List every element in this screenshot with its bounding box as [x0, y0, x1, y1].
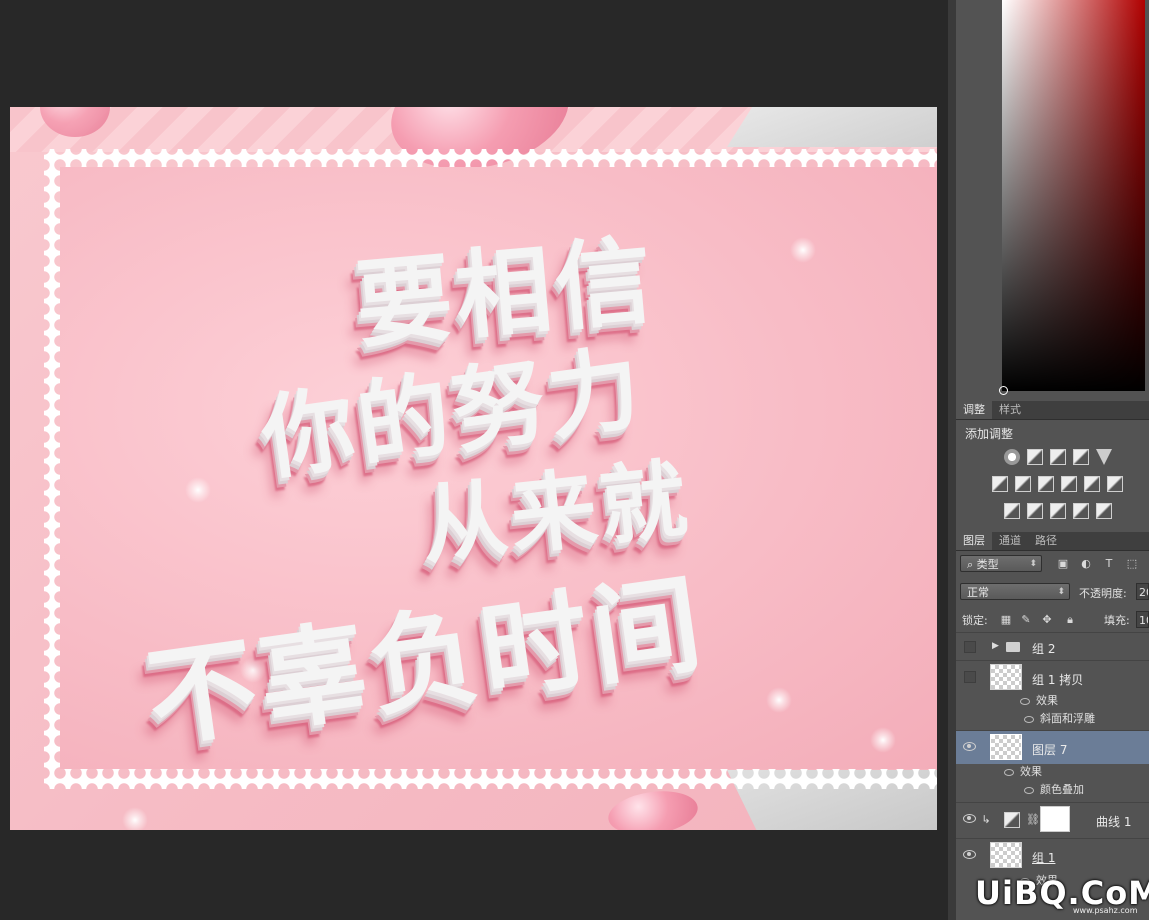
canvas-grey-corner-top	[727, 107, 937, 147]
layer-row-group-1[interactable]: 组 1	[956, 838, 1149, 872]
filter-pixel-icon[interactable]: ▣	[1057, 558, 1069, 570]
chevron-down-icon: ⬍	[1057, 587, 1065, 597]
blend-mode-value: 正常	[967, 586, 989, 599]
channel-mixer-icon[interactable]	[1084, 476, 1100, 492]
curves-adjustment-icon	[1004, 812, 1020, 828]
adjustments-tabbar: 调整 样式	[956, 401, 1149, 420]
layer-row-curves-1[interactable]: ↳ ⛓ 曲线 1	[956, 802, 1149, 836]
tab-paths[interactable]: 路径	[1028, 532, 1064, 550]
eye-icon[interactable]	[963, 742, 976, 751]
sparkle	[790, 237, 816, 263]
selective-color-icon[interactable]	[1073, 503, 1089, 519]
effects-eye-icon[interactable]	[1004, 768, 1014, 776]
tab-channels[interactable]: 通道	[992, 532, 1028, 550]
lock-transparent-icon[interactable]: ▦	[1000, 614, 1012, 626]
adjustments-row-3	[1004, 503, 1149, 519]
layer-mask-thumbnail[interactable]	[1040, 806, 1070, 832]
chevron-down-icon: ⬍	[1029, 559, 1037, 569]
sparkle	[122, 807, 148, 830]
posterize-icon[interactable]	[1027, 503, 1043, 519]
opacity-label: 不透明度:	[1079, 587, 1127, 600]
layer-effects-label[interactable]: 效果	[1004, 763, 1042, 781]
clip-arrow-icon: ↳	[981, 813, 991, 826]
layer-name: 组 1	[1032, 851, 1056, 865]
layer-name: 组 1 拷贝	[1032, 673, 1084, 687]
sparkle	[766, 687, 792, 713]
lock-label: 锁定:	[962, 614, 988, 627]
tab-layers[interactable]: 图层	[956, 532, 992, 550]
layer-effect-item[interactable]: 颜色叠加	[1020, 781, 1084, 799]
effects-eye-icon[interactable]	[1020, 697, 1030, 705]
eye-icon[interactable]	[963, 850, 976, 859]
blend-mode-select[interactable]: 正常 ⬍	[960, 583, 1070, 600]
layer-row-group-2[interactable]: ▶ 组 2	[956, 632, 1149, 660]
fill-label: 填充:	[1104, 614, 1130, 627]
effect-eye-icon[interactable]	[1024, 786, 1034, 794]
photo-filter-icon[interactable]	[1061, 476, 1077, 492]
layer-name: 曲线 1	[1096, 815, 1132, 829]
filter-adjustment-icon[interactable]: ◐	[1080, 558, 1092, 570]
sparkle	[185, 477, 211, 503]
invert-icon[interactable]	[1004, 503, 1020, 519]
search-icon: ⌕	[967, 558, 974, 571]
watermark-url: www.psahz.com	[1073, 906, 1138, 915]
lock-image-icon[interactable]: ✎	[1020, 614, 1032, 626]
color-picker-marker[interactable]	[999, 386, 1008, 395]
layers-panel: 图层 通道 路径 ⌕ 类型 ⬍ ▣ ◐ T ⬚ 正常 ⬍ 不透明度: 20 锁定…	[956, 532, 1149, 920]
levels-icon[interactable]	[1027, 449, 1043, 465]
tab-styles[interactable]: 样式	[992, 401, 1028, 419]
lock-position-icon[interactable]: ✥	[1041, 614, 1053, 626]
effect-eye-icon[interactable]	[1024, 715, 1034, 723]
layer-row-group-1-copy[interactable]: 组 1 拷贝	[956, 660, 1149, 692]
fill-input[interactable]: 10	[1136, 611, 1149, 628]
color-balance-icon[interactable]	[1015, 476, 1031, 492]
hue-saturation-icon[interactable]	[992, 476, 1008, 492]
balloon-bottom	[605, 785, 701, 830]
layers-tabbar: 图层 通道 路径	[956, 532, 1149, 551]
lock-all-icon[interactable]: 🔒︎	[1064, 614, 1076, 626]
layer-filter-value: 类型	[976, 558, 999, 571]
brightness-contrast-icon[interactable]	[1004, 449, 1020, 465]
color-picker-field[interactable]	[999, 0, 1145, 395]
sparkle	[870, 727, 896, 753]
folder-icon	[1006, 642, 1020, 652]
layer-thumbnail	[990, 734, 1022, 760]
layer-effect-item[interactable]: 斜面和浮雕	[1020, 710, 1095, 728]
visibility-toggle[interactable]	[964, 641, 976, 653]
layer-effects-label[interactable]: 效果	[1020, 692, 1058, 710]
adjustments-panel: 调整 样式 添加调整	[956, 401, 1149, 529]
exposure-icon[interactable]	[1073, 449, 1089, 465]
black-white-icon[interactable]	[1038, 476, 1054, 492]
link-icon[interactable]: ⛓	[1026, 814, 1040, 826]
layer-row-layer-7[interactable]: 图层 7	[956, 730, 1149, 764]
threshold-icon[interactable]	[1050, 503, 1066, 519]
adjustments-row-2	[992, 476, 1149, 492]
document-canvas[interactable]: 要相信 你的努力 从来就 不辜负时间	[10, 107, 937, 830]
adjustments-title: 添加调整	[965, 427, 1014, 441]
tab-adjustments[interactable]: 调整	[956, 401, 992, 419]
sparkle	[240, 657, 266, 683]
disclosure-triangle-icon[interactable]: ▶	[992, 641, 999, 651]
color-lookup-icon[interactable]	[1107, 476, 1123, 492]
vibrance-icon[interactable]	[1096, 449, 1112, 465]
panel-separator[interactable]	[948, 0, 956, 920]
opacity-input[interactable]: 20	[1136, 583, 1149, 600]
layer-filter-select[interactable]: ⌕ 类型 ⬍	[960, 555, 1042, 572]
gradient-map-icon[interactable]	[1096, 503, 1112, 519]
adjustments-row-1	[1004, 449, 1149, 465]
layer-name: 图层 7	[1032, 743, 1068, 757]
visibility-toggle[interactable]	[964, 671, 976, 683]
eye-icon[interactable]	[963, 814, 976, 823]
layer-thumbnail	[990, 842, 1022, 868]
layer-thumbnail	[990, 664, 1022, 690]
filter-type-icon[interactable]: T	[1103, 558, 1115, 570]
layer-name: 组 2	[1032, 642, 1056, 656]
filter-shape-icon[interactable]: ⬚	[1126, 558, 1138, 570]
document-workspace: 要相信 你的努力 从来就 不辜负时间	[0, 0, 948, 920]
curves-icon[interactable]	[1050, 449, 1066, 465]
